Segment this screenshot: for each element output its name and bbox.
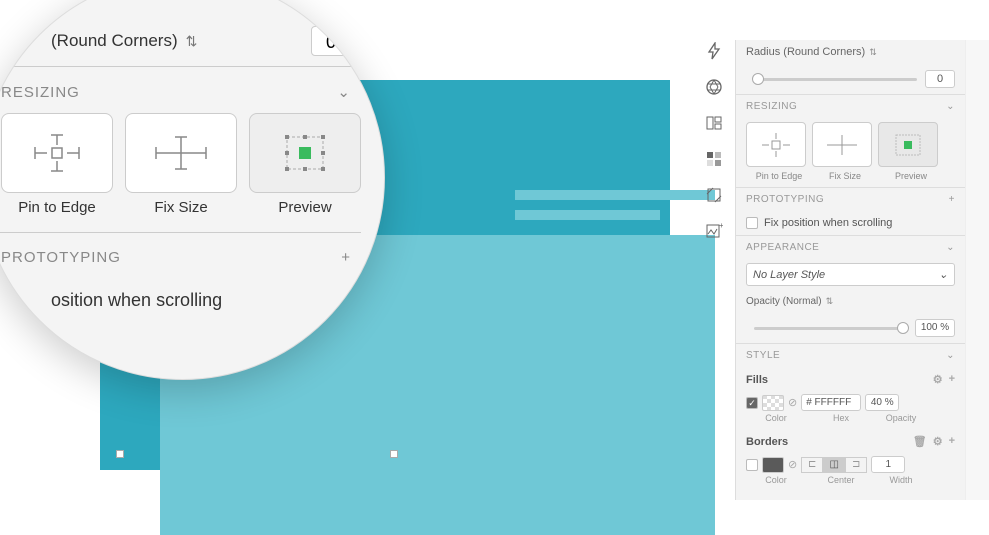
link-icon[interactable]: ⊘ — [788, 396, 797, 409]
border-width-input[interactable]: 1 — [871, 456, 905, 473]
chevron-down-icon[interactable]: ⌄ — [337, 83, 351, 101]
fix-size-label: Fix Size — [812, 171, 878, 181]
plus-icon[interactable]: + — [341, 249, 351, 266]
fill-swatch[interactable] — [762, 395, 784, 411]
gear-icon[interactable]: ⚙ — [933, 435, 943, 448]
decoration-bar — [515, 210, 660, 220]
chevron-down-icon[interactable]: ⌄ — [946, 242, 955, 253]
plus-icon[interactable]: + — [949, 435, 955, 448]
fix-size-label: Fix Size — [154, 199, 207, 216]
border-enable-checkbox[interactable] — [746, 459, 758, 471]
stepper-icon[interactable]: ⇅ — [869, 47, 877, 58]
chevron-down-icon: ⌄ — [939, 268, 948, 281]
fix-size-button[interactable] — [812, 122, 872, 167]
preview-button[interactable] — [878, 122, 938, 167]
resizing-title: RESIZING — [746, 101, 797, 112]
link-icon[interactable]: ⊘ — [788, 458, 797, 471]
image-add-icon[interactable]: + — [703, 220, 725, 242]
appearance-title: APPEARANCE — [746, 242, 819, 253]
pin-to-edge-label: Pin to Edge — [18, 199, 96, 216]
border-center-label: Center — [806, 475, 876, 485]
opacity-input[interactable]: 100 % — [915, 319, 955, 337]
opacity-label: Opacity (Normal) — [746, 296, 822, 307]
border-inside[interactable]: ⊏ — [801, 457, 823, 473]
pin-to-edge-label: Pin to Edge — [746, 171, 812, 181]
radius-label: (Round Corners) — [51, 31, 178, 51]
radius-input[interactable]: 0 — [925, 70, 955, 88]
decoration-bar — [515, 190, 715, 200]
fix-position-checkbox[interactable] — [746, 217, 758, 229]
resize-handle[interactable] — [116, 450, 124, 458]
border-position-toggle[interactable]: ⊏ ◫ ⊐ — [801, 457, 867, 473]
border-color-label: Color — [746, 475, 806, 485]
plus-icon[interactable]: + — [949, 194, 955, 205]
border-center[interactable]: ◫ — [823, 457, 845, 473]
layout-icon[interactable] — [703, 112, 725, 134]
gear-icon[interactable]: ⚙ — [933, 373, 943, 386]
resizing-title: RESIZING — [1, 84, 80, 101]
lightning-icon[interactable] — [703, 40, 725, 62]
fix-size-button[interactable] — [125, 113, 237, 193]
color-col-label: Color — [746, 413, 806, 423]
radius-slider[interactable] — [754, 78, 917, 81]
pin-to-edge-button[interactable] — [1, 113, 113, 193]
hex-input[interactable]: # FFFFFF — [801, 394, 861, 411]
hex-col-label: Hex — [806, 413, 876, 423]
fix-position-label: Fix position when scrolling — [764, 217, 892, 229]
border-swatch[interactable] — [762, 457, 784, 473]
fill-opacity-input[interactable]: 40 % — [865, 394, 899, 411]
opacity-col-label: Opacity — [876, 413, 926, 423]
prototyping-title: PROTOTYPING — [746, 194, 824, 205]
palette-icon[interactable] — [703, 148, 725, 170]
border-width-label: Width — [876, 475, 926, 485]
fill-enable-checkbox[interactable]: ✓ — [746, 397, 758, 409]
borders-title: Borders — [746, 436, 788, 448]
prototyping-title: PROTOTYPING — [1, 249, 121, 266]
border-outside[interactable]: ⊐ — [845, 457, 867, 473]
pin-to-edge-button[interactable] — [746, 122, 806, 167]
chevron-down-icon[interactable]: ⌄ — [946, 350, 955, 361]
inspector-panel: Radius (Round Corners) ⇅ 0 RESIZING ⌄ Pi… — [735, 40, 965, 500]
fills-title: Fills — [746, 374, 768, 386]
opacity-slider[interactable] — [754, 327, 907, 330]
transform-icon[interactable] — [703, 184, 725, 206]
preview-button[interactable] — [249, 113, 361, 193]
layer-style-dropdown[interactable]: No Layer Style ⌄ — [746, 263, 955, 286]
slider-thumb[interactable] — [752, 73, 764, 85]
fix-position-label: osition when scrolling — [0, 282, 361, 331]
radius-label: Radius (Round Corners) — [746, 46, 865, 58]
chevron-down-icon[interactable]: ⌄ — [946, 101, 955, 112]
stepper-icon[interactable]: ⇅ — [186, 33, 198, 50]
scrollbar[interactable] — [965, 40, 989, 500]
plus-icon[interactable]: + — [949, 373, 955, 386]
preview-label: Preview — [278, 199, 331, 216]
layer-style-value: No Layer Style — [753, 269, 825, 281]
aperture-icon[interactable] — [703, 76, 725, 98]
svg-text:+: + — [719, 222, 723, 230]
radius-input[interactable]: 0 — [311, 26, 351, 56]
preview-label: Preview — [878, 171, 944, 181]
resize-handle[interactable] — [390, 450, 398, 458]
tool-strip: + — [697, 40, 731, 242]
stepper-icon[interactable]: ⇅ — [826, 296, 834, 307]
trash-icon[interactable]: 🗑 — [913, 435, 927, 448]
zoom-magnifier: (Round Corners) ⇅ 0 RESIZING ⌄ Pin to Ed… — [0, 0, 385, 380]
style-title: STYLE — [746, 350, 780, 361]
slider-thumb[interactable] — [897, 322, 909, 334]
